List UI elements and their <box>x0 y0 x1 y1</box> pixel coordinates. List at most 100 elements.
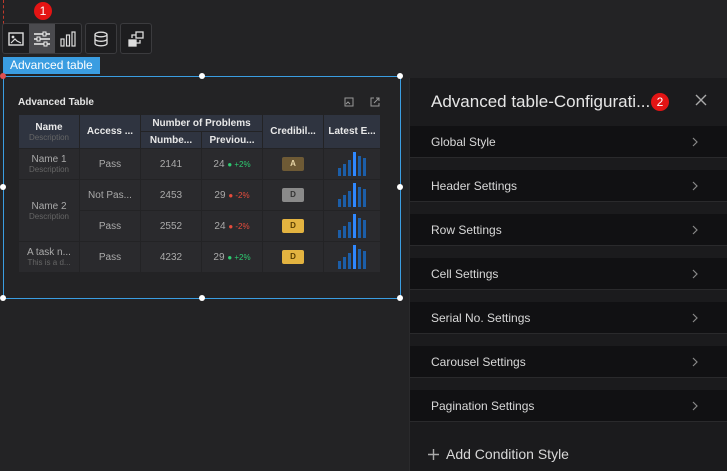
credibility-badge: D <box>282 250 305 264</box>
trend-value: +2% <box>234 159 251 169</box>
cell-credibility: D <box>262 210 325 242</box>
cell-credibility: D <box>262 241 325 273</box>
trend-down: ● -2% <box>228 190 250 200</box>
panel-item-label: Serial No. Settings <box>431 310 531 325</box>
row-desc: Description <box>28 165 69 174</box>
panel-item-label: Cell Settings <box>431 266 499 281</box>
cell-previous: 24 ● +2% <box>200 148 264 180</box>
trend-value: -2% <box>235 221 250 231</box>
toolbar-group-main <box>2 23 82 54</box>
resize-handle-bottom-left[interactable] <box>0 295 6 301</box>
image-card-button[interactable] <box>3 24 29 53</box>
panel-item-row-settings[interactable]: Row Settings <box>410 214 727 246</box>
panel-item-serial-settings[interactable]: Serial No. Settings <box>410 302 727 334</box>
header-previous: Previou... <box>200 131 264 149</box>
cell-previous: 29 ● +2% <box>200 241 264 273</box>
panel-item-header-settings[interactable]: Header Settings <box>410 170 727 202</box>
resize-handle-top[interactable] <box>199 73 205 79</box>
cell-latest <box>323 210 382 242</box>
header-name-sub: Description <box>28 132 69 142</box>
header-number: Numbe... <box>140 131 202 149</box>
add-condition-style-label: Add Condition Style <box>446 446 569 462</box>
image-card-icon <box>8 31 24 46</box>
credibility-badge: A <box>282 157 305 171</box>
resize-handle-bottom-right[interactable] <box>397 295 403 301</box>
row-name: Name 1 <box>31 154 67 165</box>
panel-title: Advanced table-Configurati... <box>431 92 651 111</box>
advanced-table-widget[interactable]: Advanced Table Name Description Access .… <box>0 73 403 301</box>
panel-item-label: Pagination Settings <box>431 398 535 413</box>
toolbar-group-interact <box>120 23 152 54</box>
credibility-badge: D <box>282 188 305 202</box>
panel-item-carousel-settings[interactable]: Carousel Settings <box>410 346 727 378</box>
cell-latest <box>323 241 382 273</box>
cell-number: 4232 <box>140 241 202 273</box>
cell-number: 2453 <box>140 179 202 211</box>
prev-value: 24 <box>213 158 225 170</box>
cell-latest <box>323 179 382 211</box>
prev-value: 29 <box>214 189 226 201</box>
header-access: Access ... <box>79 114 141 149</box>
chevron-right-icon <box>692 269 698 279</box>
cell-access: Not Pas... <box>79 179 141 211</box>
header-credibility: Credibil... <box>262 114 325 149</box>
resize-handle-top-left[interactable] <box>0 73 6 79</box>
chevron-right-icon <box>692 225 698 235</box>
chevron-right-icon <box>692 357 698 367</box>
resize-handle-right[interactable] <box>397 184 403 190</box>
open-external-icon[interactable] <box>370 97 380 107</box>
row-desc: This is a d... <box>27 258 71 267</box>
trend-down: ● -2% <box>228 221 250 231</box>
sparkline <box>338 214 367 238</box>
trend-up: ● +2% <box>227 159 251 169</box>
trend-value: +2% <box>234 252 251 262</box>
panel-item-label: Global Style <box>431 134 496 149</box>
panel-item-global-style[interactable]: Global Style <box>410 126 727 158</box>
chart-button[interactable] <box>55 24 81 53</box>
credibility-badge: D <box>282 219 305 233</box>
trend-up: ● +2% <box>227 252 251 262</box>
resize-handle-left[interactable] <box>0 184 6 190</box>
flow-icon <box>128 30 144 47</box>
step-marker-2: 2 <box>651 93 669 111</box>
resize-handle-bottom[interactable] <box>199 295 205 301</box>
data-source-button[interactable] <box>86 24 116 53</box>
sliders-button[interactable] <box>29 24 55 53</box>
add-condition-style-button[interactable]: Add Condition Style <box>427 446 569 462</box>
sparkline <box>338 183 367 207</box>
table-row: Name 2 Description Not Pas... 2453 29 ● -… <box>18 179 382 242</box>
cell-access: Pass <box>79 148 141 180</box>
sparkline <box>338 245 367 269</box>
resize-handle-top-right[interactable] <box>397 73 403 79</box>
component-label: Advanced table <box>3 57 100 74</box>
bar-chart-icon <box>60 30 76 47</box>
panel-item-pagination-settings[interactable]: Pagination Settings <box>410 390 727 422</box>
export-image-icon[interactable] <box>344 97 354 107</box>
header-problems: Number of Problems <box>139 114 264 132</box>
header-name-label: Name <box>35 121 63 133</box>
sparkline <box>338 152 367 176</box>
interaction-button[interactable] <box>121 24 151 53</box>
close-icon[interactable] <box>693 92 709 108</box>
table-row: Name 1 Description Pass 2141 24 ● +2% A <box>18 148 382 180</box>
guide-line <box>3 0 4 24</box>
toolbar-group-data <box>85 23 117 54</box>
panel-item-label: Carousel Settings <box>431 354 526 369</box>
trend-value: -2% <box>235 190 250 200</box>
cell-previous: 24 ● -2% <box>200 210 264 242</box>
cell-credibility: A <box>262 148 325 180</box>
cell-previous: 29 ● -2% <box>200 179 264 211</box>
table-row: A task n... This is a d... Pass 4232 29 ●… <box>18 241 382 273</box>
prev-value: 24 <box>214 220 226 232</box>
database-icon <box>94 31 108 46</box>
panel-item-cell-settings[interactable]: Cell Settings <box>410 258 727 290</box>
chevron-right-icon <box>692 401 698 411</box>
chevron-right-icon <box>692 181 698 191</box>
cell-number: 2552 <box>140 210 202 242</box>
row-name: Name 2 <box>31 200 67 212</box>
row-desc: Description <box>28 211 69 221</box>
cell-access: Pass <box>79 241 141 273</box>
panel-item-label: Row Settings <box>431 222 502 237</box>
configuration-panel: Advanced table-Configurati... 2 Global S… <box>409 78 727 471</box>
header-name: Name Description <box>18 114 80 149</box>
